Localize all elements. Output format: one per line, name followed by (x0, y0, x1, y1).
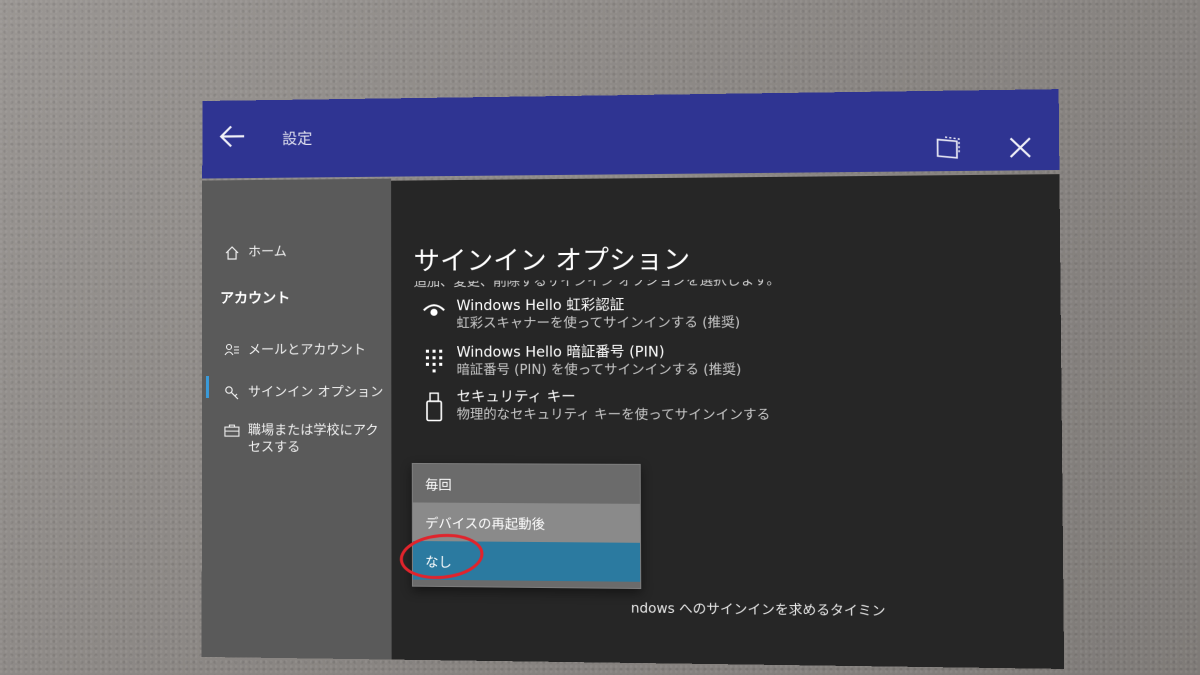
settings-window: 設定 ホーム アカウント メールとアカウント サインイン オプション 職場または… (202, 89, 1064, 669)
option-description: 暗証番号 (PIN) を使ってサインインする (推奨) (457, 362, 742, 380)
snap-window-button[interactable] (934, 134, 966, 165)
key-icon (218, 385, 246, 401)
keypad-icon (416, 344, 453, 380)
sidebar-item-label: メールとアカウント (246, 342, 391, 359)
briefcase-icon (218, 423, 246, 437)
option-description: 物理的なセキュリティ キーを使ってサインインする (457, 406, 771, 425)
option-name: Windows Hello 暗証番号 (PIN) (457, 343, 742, 362)
back-button[interactable] (212, 116, 252, 156)
mail-accounts-icon (218, 343, 246, 357)
option-iris[interactable]: Windows Hello 虹彩認証 虹彩スキャナーを使ってサインインする (推… (416, 295, 1003, 334)
usb-key-icon (416, 388, 453, 424)
title-bar: 設定 (202, 89, 1059, 178)
option-security-key[interactable]: セキュリティ キー 物理的なセキュリティ キーを使ってサインインする (416, 388, 1004, 426)
back-arrow-icon (219, 125, 245, 147)
option-name: Windows Hello 虹彩認証 (456, 296, 740, 315)
eye-icon (416, 297, 453, 333)
app-title: 設定 (282, 127, 312, 148)
close-button[interactable] (1007, 135, 1040, 166)
option-pin[interactable]: Windows Hello 暗証番号 (PIN) 暗証番号 (PIN) を使って… (416, 343, 1003, 380)
sidebar-item-email-accounts[interactable]: メールとアカウント (202, 342, 391, 359)
option-description: 虹彩スキャナーを使ってサインインする (推奨) (456, 314, 740, 333)
snap-window-icon (934, 134, 962, 161)
sidebar-item-signin-options[interactable]: サインイン オプション (202, 384, 391, 401)
dropdown-option-every-time[interactable]: 毎回 (413, 464, 640, 504)
page-title: サインイン オプション (414, 239, 691, 278)
option-name: セキュリティ キー (457, 388, 771, 407)
sidebar-item-home[interactable]: ホーム (202, 243, 391, 261)
sidebar-item-label: 職場または学校にアクセスする (246, 422, 391, 457)
sidebar-item-label: サインイン オプション (246, 384, 391, 401)
main-content: サインイン オプション 追加、変更、削除するサインイン オプションを選択します。… (391, 174, 1064, 669)
sidebar: ホーム アカウント メールとアカウント サインイン オプション 職場または学校に… (202, 179, 392, 660)
sidebar-item-label: ホーム (246, 243, 391, 261)
sidebar-item-work-school[interactable]: 職場または学校にアクセスする (202, 422, 392, 457)
section-heading: アカウント (220, 288, 290, 308)
home-icon (218, 245, 246, 261)
close-icon (1007, 135, 1033, 160)
require-signin-label: ndows へのサインインを求めるタイミン (631, 597, 886, 619)
page-subtitle: 追加、変更、削除するサインイン オプションを選択します。 (414, 279, 781, 290)
